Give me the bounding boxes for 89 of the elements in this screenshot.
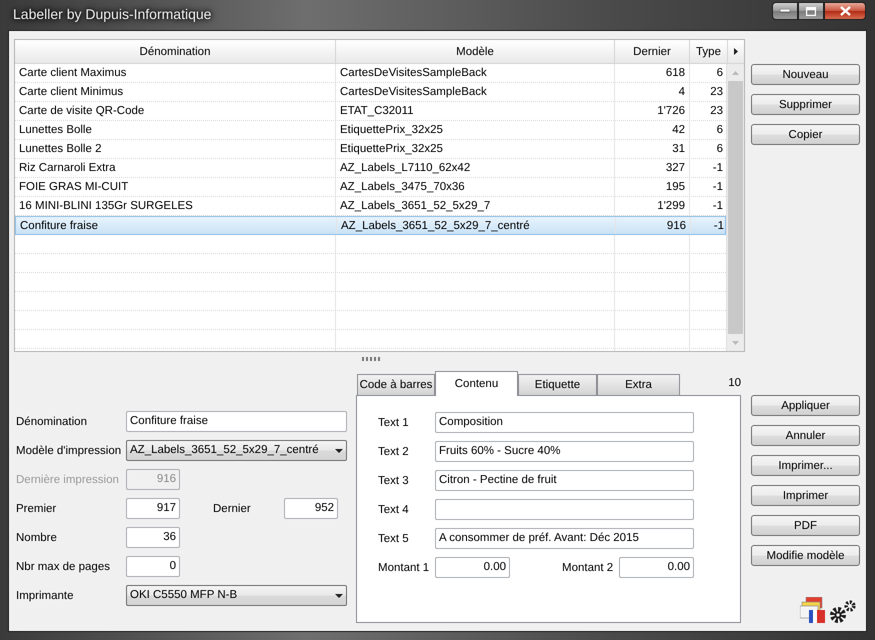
field-label: Dénomination <box>16 416 88 428</box>
table-cell: Carte client Minimus <box>15 83 336 101</box>
close-icon <box>840 6 850 16</box>
field-label: Text 4 <box>378 504 410 516</box>
close-button[interactable] <box>824 2 866 20</box>
action-button[interactable]: Nouveau <box>751 64 860 85</box>
table-cell: FOIE GRAS MI-CUIT <box>15 178 336 196</box>
color-cards-icon[interactable] <box>800 597 826 624</box>
action-button[interactable]: Imprimer... <box>751 455 860 476</box>
input-field[interactable]: 36 <box>126 527 180 548</box>
table-cell: AZ_Labels_3651_52_5x29_7 <box>336 197 615 215</box>
column-header[interactable]: Dénomination <box>15 40 336 63</box>
input-field[interactable]: 0 <box>126 556 180 577</box>
table-cell: AZ_Labels_3651_52_5x29_7_centré <box>337 217 616 234</box>
field-label: Montant 1 <box>378 562 430 574</box>
maximize-button[interactable] <box>798 2 824 20</box>
column-header[interactable]: Dernier <box>615 40 690 63</box>
field-label: Premier <box>16 502 58 514</box>
input-field[interactable]: 952 <box>284 498 338 519</box>
input-field[interactable]: Confiture fraise <box>126 411 347 432</box>
table-cell: Carte client Maximus <box>15 64 336 82</box>
input-field[interactable]: 0.00 <box>619 557 694 578</box>
table-cell: 327 <box>615 159 690 177</box>
table-cell: CartesDeVisitesSampleBack <box>336 64 615 82</box>
minimize-icon <box>780 9 790 13</box>
field-label: Text 2 <box>378 446 410 458</box>
action-button[interactable]: Supprimer <box>751 94 860 115</box>
field-label: Imprimante <box>16 590 75 602</box>
table-cell: Carte de visite QR-Code <box>15 102 336 120</box>
table-cell: ETAT_C32011 <box>336 102 615 120</box>
input-field[interactable]: Fruits 60% - Sucre 40% <box>435 441 694 462</box>
action-button[interactable]: Annuler <box>751 425 860 446</box>
table-cell: 1'299 <box>615 197 690 215</box>
dropdown-field[interactable]: OKI C5550 MFP N-B <box>126 585 347 606</box>
table-cell: EtiquettePrix_32x25 <box>336 121 615 139</box>
tab[interactable]: Etiquette <box>518 374 597 395</box>
window-title: Labeller by Dupuis-Informatique <box>13 5 212 24</box>
input-field: 916 <box>126 469 180 490</box>
field-label: Text 5 <box>378 532 410 544</box>
input-field[interactable]: A consommer de préf. Avant: Déc 2015 <box>435 528 694 549</box>
field-label: Montant 2 <box>562 562 614 574</box>
caret-icon <box>335 594 343 598</box>
gears-icon[interactable] <box>829 600 857 624</box>
count-label: 10 <box>728 376 741 388</box>
table-cell: Lunettes Bolle <box>15 121 336 139</box>
field-label: Text 1 <box>378 416 410 428</box>
splitter-grip-icon[interactable] <box>362 357 380 361</box>
table-cell: 916 <box>616 217 691 234</box>
caret-icon[interactable] <box>734 48 738 55</box>
action-button[interactable]: PDF <box>751 515 860 536</box>
action-button[interactable]: Appliquer <box>751 395 860 416</box>
input-field[interactable]: Citron - Pectine de fruit <box>435 470 694 491</box>
action-button[interactable]: Copier <box>751 124 860 145</box>
table-cell: 42 <box>615 121 690 139</box>
field-label: Nombre <box>16 532 58 544</box>
table-cell: 618 <box>615 64 690 82</box>
column-header[interactable]: Type <box>690 40 728 63</box>
action-button[interactable]: Imprimer <box>751 485 860 506</box>
tab[interactable]: Contenu <box>435 371 518 396</box>
input-field[interactable]: 917 <box>126 498 180 519</box>
table-cell: EtiquettePrix_32x25 <box>336 140 615 158</box>
field-label: Modèle d'impression <box>16 444 122 456</box>
table-cell: AZ_Labels_3475_70x36 <box>336 178 615 196</box>
maximize-icon <box>806 6 816 16</box>
tab[interactable]: Extra <box>597 374 680 395</box>
table-cell: Confiture fraise <box>16 217 337 234</box>
table-cell: Riz Carnaroli Extra <box>15 159 336 177</box>
table-row[interactable]: Confiture fraise AZ_Labels_3651_52_5x29_7_centré 916 -1 <box>15 216 726 235</box>
input-field[interactable] <box>435 499 694 520</box>
table-cell: 4 <box>615 83 690 101</box>
table-cell: 195 <box>615 178 690 196</box>
field-label: Dernier <box>213 502 252 514</box>
table-cell: 31 <box>615 140 690 158</box>
table-cell: 16 MINI-BLINI 135Gr SURGELES <box>15 197 336 215</box>
field-label: Nbr max de pages <box>16 560 111 572</box>
column-header[interactable]: Modèle <box>336 40 615 63</box>
field-label: Text 3 <box>378 474 410 486</box>
table-cell: AZ_Labels_L7110_62x42 <box>336 159 615 177</box>
action-button[interactable]: Modifie modèle <box>751 545 860 566</box>
minimize-button[interactable] <box>772 2 798 20</box>
input-field[interactable]: 0.00 <box>435 557 510 578</box>
field-label: Dernière impression <box>16 474 120 486</box>
table-cell: Lunettes Bolle 2 <box>15 140 336 158</box>
caret-icon <box>335 448 343 452</box>
tab[interactable]: Code à barres <box>357 374 435 395</box>
table-cell: 1'726 <box>615 102 690 120</box>
dropdown-field[interactable]: AZ_Labels_3651_52_5x29_7_centré <box>126 440 347 461</box>
table-cell: CartesDeVisitesSampleBack <box>336 83 615 101</box>
input-field[interactable]: Composition <box>435 412 694 433</box>
